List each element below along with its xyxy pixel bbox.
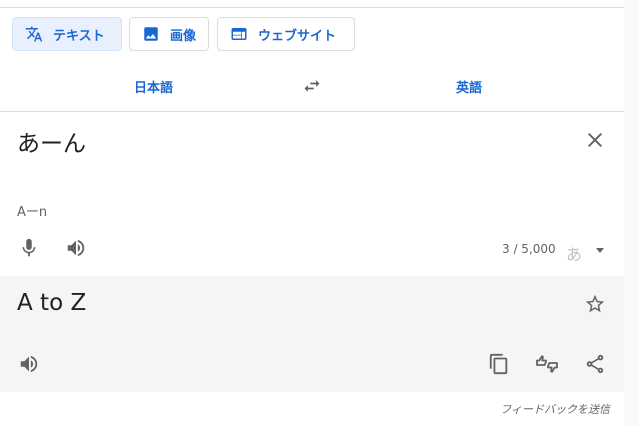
send-feedback-link[interactable]: フィードバックを送信 [500,401,610,417]
chevron-down-icon[interactable] [596,248,604,253]
character-count: 3 / 5,000 [502,242,556,256]
tab-text[interactable]: テキスト [12,17,122,51]
source-textarea[interactable]: あーん [17,124,86,158]
translate-icon [25,25,43,43]
speaker-icon[interactable] [17,352,41,376]
tab-website-label: ウェブサイト [258,28,337,44]
scrollbar-track [624,0,638,426]
translation-output: A to Z [17,290,87,316]
tab-image[interactable]: 画像 [129,17,209,51]
source-language-button[interactable]: 日本語 [134,77,173,96]
swap-icon[interactable] [301,76,323,96]
rate-translation-icon[interactable] [535,352,559,376]
star-icon[interactable] [583,292,607,316]
input-tool-button[interactable]: あ [566,241,582,265]
tab-text-label: テキスト [53,28,105,44]
tab-website[interactable]: ウェブサイト [217,17,355,51]
language-bar-divider [0,111,624,112]
image-icon [142,25,160,43]
website-icon [230,25,248,43]
tab-image-label: 画像 [170,28,197,44]
target-language-button[interactable]: 英語 [456,77,482,96]
share-icon[interactable] [583,352,607,376]
close-icon[interactable] [583,128,607,152]
source-transliteration: Aーn [17,205,48,220]
copy-icon[interactable] [487,352,511,376]
speaker-icon[interactable] [64,236,88,260]
top-divider [0,7,638,8]
microphone-icon[interactable] [17,236,41,260]
translation-panel [0,276,624,392]
